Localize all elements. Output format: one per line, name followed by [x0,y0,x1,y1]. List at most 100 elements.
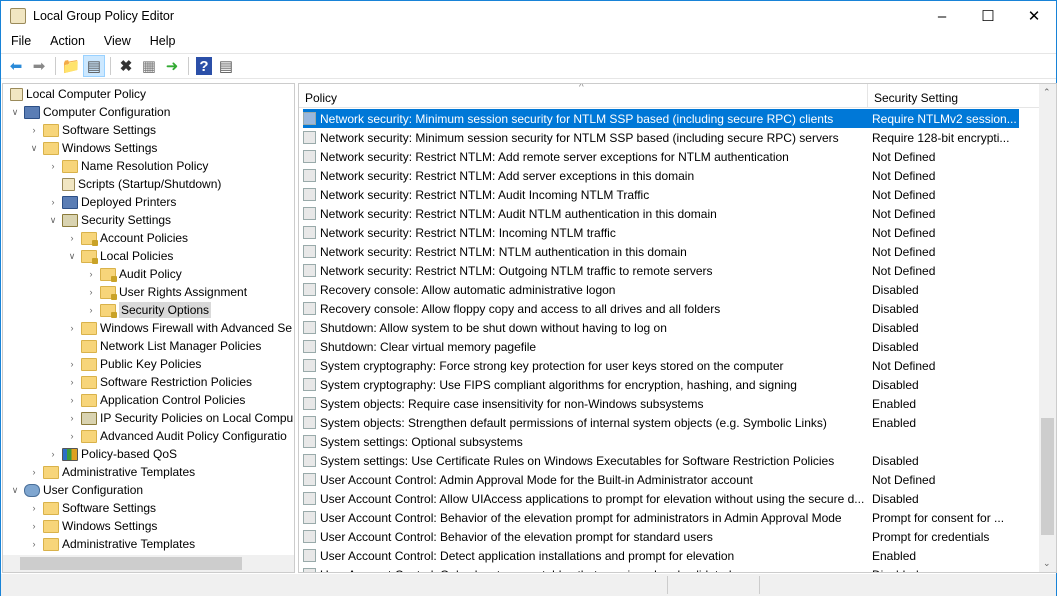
expand-icon[interactable]: › [47,449,59,459]
expand-icon[interactable]: › [66,431,78,441]
tree-item[interactable]: Scripts (Startup/Shutdown) [47,175,221,193]
policy-row[interactable]: Network security: Restrict NTLM: Audit I… [303,185,1019,204]
collapse-icon[interactable]: ∨ [66,251,78,262]
tree-item[interactable]: ∨ Computer Configuration [9,103,171,121]
tree-item[interactable]: ∨ Security Settings [47,211,171,229]
forward-icon[interactable]: ➡ [28,55,50,77]
policy-row[interactable]: Network security: Restrict NTLM: Add ser… [303,166,1019,185]
policy-row[interactable]: Shutdown: Allow system to be shut down w… [303,318,1019,337]
tree-item[interactable]: › Security Options [85,301,212,319]
expand-icon[interactable]: › [28,503,40,513]
collapse-icon[interactable]: ∨ [9,485,21,496]
tree-item[interactable]: › Software Restriction Policies [66,373,253,391]
policy-row[interactable]: Network security: Minimum session securi… [303,109,1019,128]
expand-icon[interactable]: › [28,521,40,531]
expand-icon[interactable]: › [28,467,40,477]
properties-icon[interactable]: ▦ [138,55,160,77]
tree-item[interactable]: › Administrative Templates [28,463,196,481]
expand-icon[interactable]: › [47,161,59,171]
tree-item[interactable]: › User Rights Assignment [85,283,247,301]
expand-icon[interactable]: › [66,323,78,333]
menu-file[interactable]: File [1,32,40,52]
scroll-down-icon[interactable]: ⌄ [1043,558,1051,569]
tree-item[interactable]: ∨ User Configuration [9,481,143,499]
expand-icon[interactable]: › [47,197,59,207]
policy-row[interactable]: System objects: Require case insensitivi… [303,394,1019,413]
tree-item[interactable]: Local Computer Policy [7,85,146,103]
tree-item[interactable]: › Software Settings [28,499,157,517]
expand-icon[interactable]: › [66,233,78,243]
policy-row[interactable]: System settings: Use Certificate Rules o… [303,451,1019,470]
tree-item[interactable]: › Application Control Policies [66,391,246,409]
expand-icon[interactable]: › [66,377,78,387]
horizontal-scrollbar[interactable] [3,555,294,572]
expand-icon[interactable]: › [85,287,97,297]
policy-row[interactable]: System cryptography: Use FIPS compliant … [303,375,1019,394]
tree-item-label: Computer Configuration [43,105,171,119]
tree-item[interactable]: Network List Manager Policies [66,337,261,355]
expand-icon[interactable]: › [28,125,40,135]
scrollbar-thumb[interactable] [1041,418,1054,535]
policy-row[interactable]: User Account Control: Detect application… [303,546,1019,565]
collapse-icon[interactable]: ∨ [28,143,40,154]
expand-icon[interactable]: › [85,269,97,279]
tree-item[interactable]: › Software Settings [28,121,157,139]
collapse-icon[interactable]: ∨ [9,107,21,118]
show-hide-tree-icon[interactable]: ▤ [83,55,105,77]
policy-row[interactable]: Network security: Restrict NTLM: NTLM au… [303,242,1019,261]
expand-icon[interactable]: › [66,359,78,369]
back-icon[interactable]: ⬅ [5,55,27,77]
menu-view[interactable]: View [94,32,140,52]
menu-help[interactable]: Help [140,32,185,52]
close-button[interactable]: ✕ [1011,1,1057,31]
show-action-pane-icon[interactable]: ▤ [215,55,237,77]
policy-row[interactable]: Recovery console: Allow automatic admini… [303,280,1019,299]
tree-item[interactable]: › Name Resolution Policy [47,157,209,175]
policy-row[interactable]: System cryptography: Force strong key pr… [303,356,1019,375]
policy-row[interactable]: System objects: Strengthen default permi… [303,413,1019,432]
collapse-icon[interactable]: ∨ [47,215,59,226]
up-folder-icon[interactable]: 📁 [60,55,82,77]
scrollbar-thumb[interactable] [20,557,242,570]
policy-row[interactable]: Network security: Restrict NTLM: Incomin… [303,223,1019,242]
scroll-up-icon[interactable]: ⌃ [1043,87,1051,98]
policy-row[interactable]: User Account Control: Behavior of the el… [303,527,1019,546]
policy-row[interactable]: Network security: Restrict NTLM: Add rem… [303,147,1019,166]
policy-row[interactable]: User Account Control: Only elevate execu… [303,565,1019,572]
delete-icon[interactable]: ✖ [115,55,137,77]
policy-row[interactable]: Shutdown: Clear virtual memory pagefile D… [303,337,1019,356]
minimize-button[interactable]: – [919,1,965,31]
vertical-scrollbar[interactable]: ⌃ ⌄ [1039,84,1056,572]
menu-action[interactable]: Action [40,32,94,52]
tree-item[interactable]: › Windows Firewall with Advanced Se [66,319,293,337]
tree-item[interactable]: › Public Key Policies [66,355,202,373]
policy-row[interactable]: System settings: Optional subsystems [303,432,1019,451]
help-icon[interactable]: ? [196,57,212,75]
column-divider[interactable] [867,84,868,108]
tree-item[interactable]: › Deployed Printers [47,193,177,211]
policy-row[interactable]: Recovery console: Allow floppy copy and … [303,299,1019,318]
maximize-button[interactable]: ☐ [965,1,1011,31]
tree-item[interactable]: ∨ Local Policies [66,247,173,265]
expand-icon[interactable]: › [66,413,78,423]
policy-row[interactable]: User Account Control: Allow UIAccess app… [303,489,1019,508]
policy-row[interactable]: Network security: Restrict NTLM: Outgoin… [303,261,1019,280]
policy-row[interactable]: Network security: Minimum session securi… [303,128,1019,147]
policy-row[interactable]: User Account Control: Behavior of the el… [303,508,1019,527]
tree-item[interactable]: › Policy-based QoS [47,445,178,463]
export-list-icon[interactable]: ➜ [161,55,183,77]
expand-icon[interactable]: › [66,395,78,405]
tree-item[interactable]: › Audit Policy [85,265,182,283]
column-header-security-setting[interactable]: Security Setting [874,91,958,105]
tree-item[interactable]: › IP Security Policies on Local Compu [66,409,294,427]
tree-item[interactable]: › Account Policies [66,229,188,247]
tree-item[interactable]: ∨ Windows Settings [28,139,158,157]
policy-row[interactable]: User Account Control: Admin Approval Mod… [303,470,1019,489]
expand-icon[interactable]: › [85,305,97,315]
expand-icon[interactable]: › [28,539,40,549]
tree-item[interactable]: › Administrative Templates [28,535,196,553]
tree-item[interactable]: › Windows Settings [28,517,158,535]
tree-item[interactable]: › Advanced Audit Policy Configuratio [66,427,287,445]
column-header-policy[interactable]: Policy [305,91,337,105]
policy-row[interactable]: Network security: Restrict NTLM: Audit N… [303,204,1019,223]
